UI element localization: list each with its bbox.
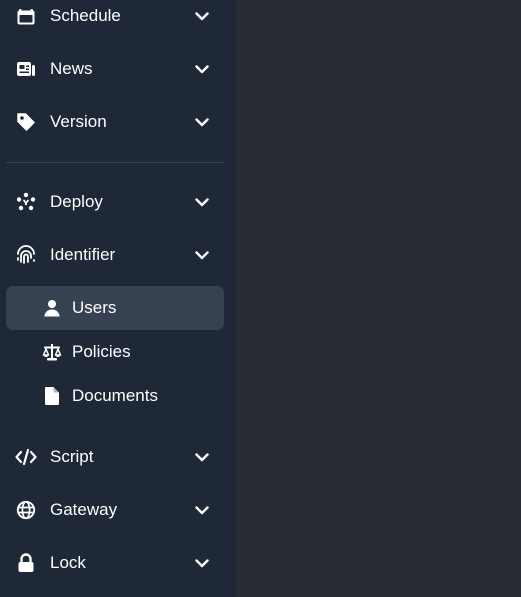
sidebar-item-script[interactable]: Script	[0, 435, 236, 479]
sidebar-subitem-users[interactable]: Users	[6, 286, 224, 330]
chevron-down-icon[interactable]	[192, 112, 212, 132]
sidebar-subitem-label: Policies	[72, 342, 131, 361]
chevron-down-icon[interactable]	[192, 447, 212, 467]
sidebar-item-label: Gateway	[50, 500, 118, 519]
main-content	[236, 0, 521, 597]
tag-icon	[15, 111, 37, 133]
lock-icon	[15, 552, 37, 574]
sidebar-subitem-policies[interactable]: Policies	[6, 330, 224, 374]
sidebar-item-label: Identifier	[50, 245, 116, 264]
sidebar-item-version[interactable]: Version	[0, 100, 236, 144]
sidebar-item-label: Version	[50, 112, 107, 131]
sidebar-divider	[6, 162, 224, 163]
scale-icon	[42, 342, 62, 362]
deploy-icon	[15, 191, 37, 213]
sidebar-item-identifier[interactable]: Identifier	[0, 233, 236, 277]
sidebar-item-lock[interactable]: Lock	[0, 541, 236, 585]
chevron-down-icon[interactable]	[192, 245, 212, 265]
user-icon	[42, 298, 62, 318]
chevron-down-icon[interactable]	[192, 192, 212, 212]
globe-icon	[15, 499, 37, 521]
chevron-down-icon[interactable]	[192, 553, 212, 573]
sidebar-item-label: Lock	[50, 553, 86, 572]
sidebar-item-label: Script	[50, 447, 94, 466]
sidebar-item-gateway[interactable]: Gateway	[0, 488, 236, 532]
newspaper-icon	[15, 58, 37, 80]
fingerprint-icon	[15, 244, 37, 266]
sidebar: Schedule News Version Deploy Identifier …	[0, 0, 236, 597]
sidebar-item-schedule[interactable]: Schedule	[0, 0, 236, 38]
sidebar-item-label: Deploy	[50, 192, 103, 211]
sidebar-item-label: News	[50, 59, 93, 78]
calendar-icon	[15, 5, 37, 27]
document-icon	[42, 386, 62, 406]
sidebar-subitem-documents[interactable]: Documents	[6, 374, 224, 418]
chevron-down-icon[interactable]	[192, 500, 212, 520]
sidebar-item-label: Schedule	[50, 6, 121, 25]
code-icon	[15, 446, 37, 468]
sidebar-item-deploy[interactable]: Deploy	[0, 180, 236, 224]
sidebar-subitem-label: Users	[72, 298, 117, 317]
chevron-down-icon[interactable]	[192, 59, 212, 79]
sidebar-item-news[interactable]: News	[0, 47, 236, 91]
sidebar-subitem-label: Documents	[72, 386, 158, 405]
chevron-down-icon[interactable]	[192, 6, 212, 26]
